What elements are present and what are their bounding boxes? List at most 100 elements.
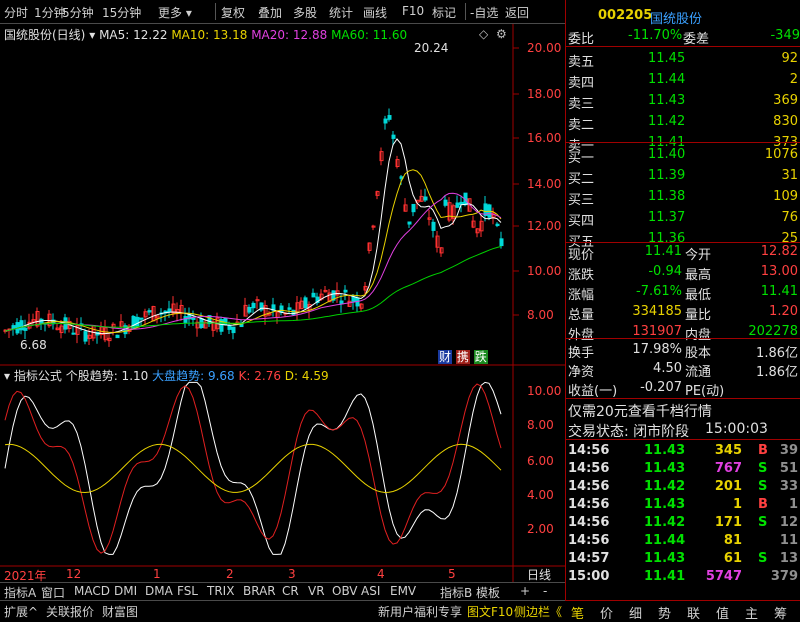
- period-label[interactable]: 日线: [527, 566, 551, 583]
- related-quote-button[interactable]: 关联报价: [46, 603, 94, 620]
- expand-button[interactable]: 扩展^: [4, 603, 38, 620]
- sell-order-row[interactable]: 卖二 11.42 830: [568, 114, 800, 135]
- indicator-name[interactable]: 指标公式: [14, 369, 62, 383]
- toolbar-item-12[interactable]: -自选: [470, 4, 498, 21]
- level2-promo-link[interactable]: 仅需20元查看千档行情: [568, 401, 712, 422]
- candle-body: [115, 334, 120, 339]
- quote-label: 量比: [685, 308, 712, 323]
- toolbar-item-10[interactable]: F10: [402, 4, 424, 18]
- toolbar-item-0[interactable]: 分时: [4, 4, 28, 21]
- indicator-tab-14[interactable]: 模板: [476, 584, 500, 601]
- tick-price: 11.43: [644, 443, 686, 458]
- toolbar-item-1[interactable]: 1分钟: [34, 4, 66, 21]
- sell-order-row[interactable]: 卖五 11.45 92: [568, 51, 800, 72]
- k-legend: K: 2.76: [238, 369, 281, 383]
- toolbar-item-11[interactable]: 标记: [432, 4, 456, 21]
- sell-order-label: 卖三: [568, 97, 595, 112]
- buy-order-label: 买三: [568, 193, 595, 208]
- detail-tab-2[interactable]: 细: [629, 603, 642, 622]
- f10-button[interactable]: 图文F10: [467, 603, 513, 620]
- panel-divider: [565, 338, 800, 339]
- detail-tab-5[interactable]: 值: [716, 603, 729, 622]
- quote-value: -7.61%: [636, 284, 682, 299]
- buy-order-label: 买一: [568, 151, 595, 166]
- buy-order-price: 11.38: [648, 189, 686, 204]
- tick-price: 11.43: [644, 551, 686, 566]
- tick-time: 14:56: [568, 443, 610, 458]
- toolbar-item-8[interactable]: 统计: [329, 4, 353, 21]
- buy-order-row[interactable]: 买二 11.39 31: [568, 168, 800, 189]
- detail-tab-3[interactable]: 势: [658, 603, 671, 622]
- detail-tab-0[interactable]: 笔: [571, 603, 584, 622]
- detail-tab-7[interactable]: 筹: [774, 603, 787, 622]
- candle-body: [443, 199, 448, 206]
- tick-price: 11.41: [644, 569, 686, 584]
- wealth-chart-button[interactable]: 财富图: [102, 603, 138, 620]
- candle-body: [287, 307, 292, 310]
- detail-tab-1[interactable]: 价: [600, 603, 613, 622]
- indicator-tab-7[interactable]: BRAR: [243, 584, 276, 598]
- ma20-legend: MA20: 12.88: [251, 28, 328, 42]
- tick-side: B: [758, 497, 768, 512]
- toolbar-item-3[interactable]: 15分钟: [102, 4, 141, 21]
- collapse-icon[interactable]: ▾: [4, 369, 10, 383]
- promo-link[interactable]: 新用户福利专享: [378, 603, 462, 620]
- candle-body: [279, 305, 284, 313]
- indicator-tab-13[interactable]: 指标B: [440, 584, 472, 601]
- indicator-tab-0[interactable]: 指标A: [4, 584, 36, 601]
- badge-die[interactable]: 跌: [473, 350, 488, 364]
- tick-time: 14:56: [568, 497, 610, 512]
- indicator-tab-9[interactable]: VR: [308, 584, 325, 598]
- quote-label: 今开: [685, 248, 712, 263]
- indicator-tab-10[interactable]: OBV: [332, 584, 358, 598]
- kline-legend: 国统股份(日线) ▾ MA5: 12.22 MA10: 13.18 MA20: …: [4, 26, 407, 43]
- indicator-tab-3[interactable]: DMI: [114, 584, 137, 598]
- quote-value: 17.98%: [632, 342, 682, 357]
- buy-order-row[interactable]: 买四 11.37 76: [568, 210, 800, 231]
- toolbar-item-7[interactable]: 多股: [293, 4, 317, 21]
- weibi-value: -11.70%: [628, 28, 683, 43]
- candle-body: [251, 302, 256, 309]
- indicator-tab-1[interactable]: 窗口: [41, 584, 65, 601]
- toolbar-item-6[interactable]: 叠加: [258, 4, 282, 21]
- indicator-tab-12[interactable]: EMV: [390, 584, 416, 598]
- buy-order-price: 11.39: [648, 168, 686, 183]
- indicator-tab-2[interactable]: MACD: [74, 584, 110, 598]
- toolbar-item-4[interactable]: 更多 ▾: [158, 4, 192, 21]
- settings-icon[interactable]: ⚙: [496, 27, 507, 41]
- indicator-tab-8[interactable]: CR: [282, 584, 299, 598]
- detail-tab-4[interactable]: 联: [687, 603, 700, 622]
- sidebar-toggle[interactable]: 侧边栏《: [514, 603, 562, 620]
- low-price-label: 6.68: [20, 338, 47, 352]
- indicator-tab-15[interactable]: +: [520, 584, 530, 598]
- sell-order-row[interactable]: 卖三 11.43 369: [568, 93, 800, 114]
- indicator-tab-6[interactable]: TRIX: [207, 584, 234, 598]
- badge-finance[interactable]: 财: [438, 350, 453, 364]
- tick-side: S: [758, 461, 768, 476]
- toolbar-item-5[interactable]: 复权: [221, 4, 245, 21]
- toolbar-item-9[interactable]: 画线: [363, 4, 387, 21]
- sell-order-row[interactable]: 卖四 11.44 2: [568, 72, 800, 93]
- toolbar-item-2[interactable]: 5分钟: [62, 4, 94, 21]
- sell-order-volume: 369: [773, 93, 798, 108]
- buy-order-row[interactable]: 买一 11.40 1076: [568, 147, 800, 168]
- kline-chart-area[interactable]: 20.0018.0016.0014.0012.0010.008.0010.008…: [0, 24, 565, 582]
- sell-order-price: 11.42: [648, 114, 686, 129]
- candle-body: [19, 320, 24, 331]
- price-axis-label: 14.00: [527, 177, 561, 191]
- diamond-icon[interactable]: ◇: [479, 27, 488, 41]
- candle-body: [343, 289, 348, 293]
- badge-xie[interactable]: 携: [455, 350, 470, 364]
- indicator-tab-11[interactable]: ASI: [361, 584, 380, 598]
- buy-order-row[interactable]: 买三 11.38 109: [568, 189, 800, 210]
- collapse-icon[interactable]: ▾: [89, 28, 95, 42]
- candle-body: [383, 118, 388, 124]
- indicator-tab-5[interactable]: FSL: [177, 584, 198, 598]
- indicator-tab-4[interactable]: DMA: [145, 584, 173, 598]
- indicator-tab-16[interactable]: -: [543, 584, 547, 598]
- sell-order-volume: 92: [781, 51, 798, 66]
- candle-body: [147, 310, 152, 313]
- toolbar-item-13[interactable]: 返回: [505, 4, 529, 21]
- tick-volume: 201: [714, 479, 742, 494]
- detail-tab-6[interactable]: 主: [745, 603, 758, 622]
